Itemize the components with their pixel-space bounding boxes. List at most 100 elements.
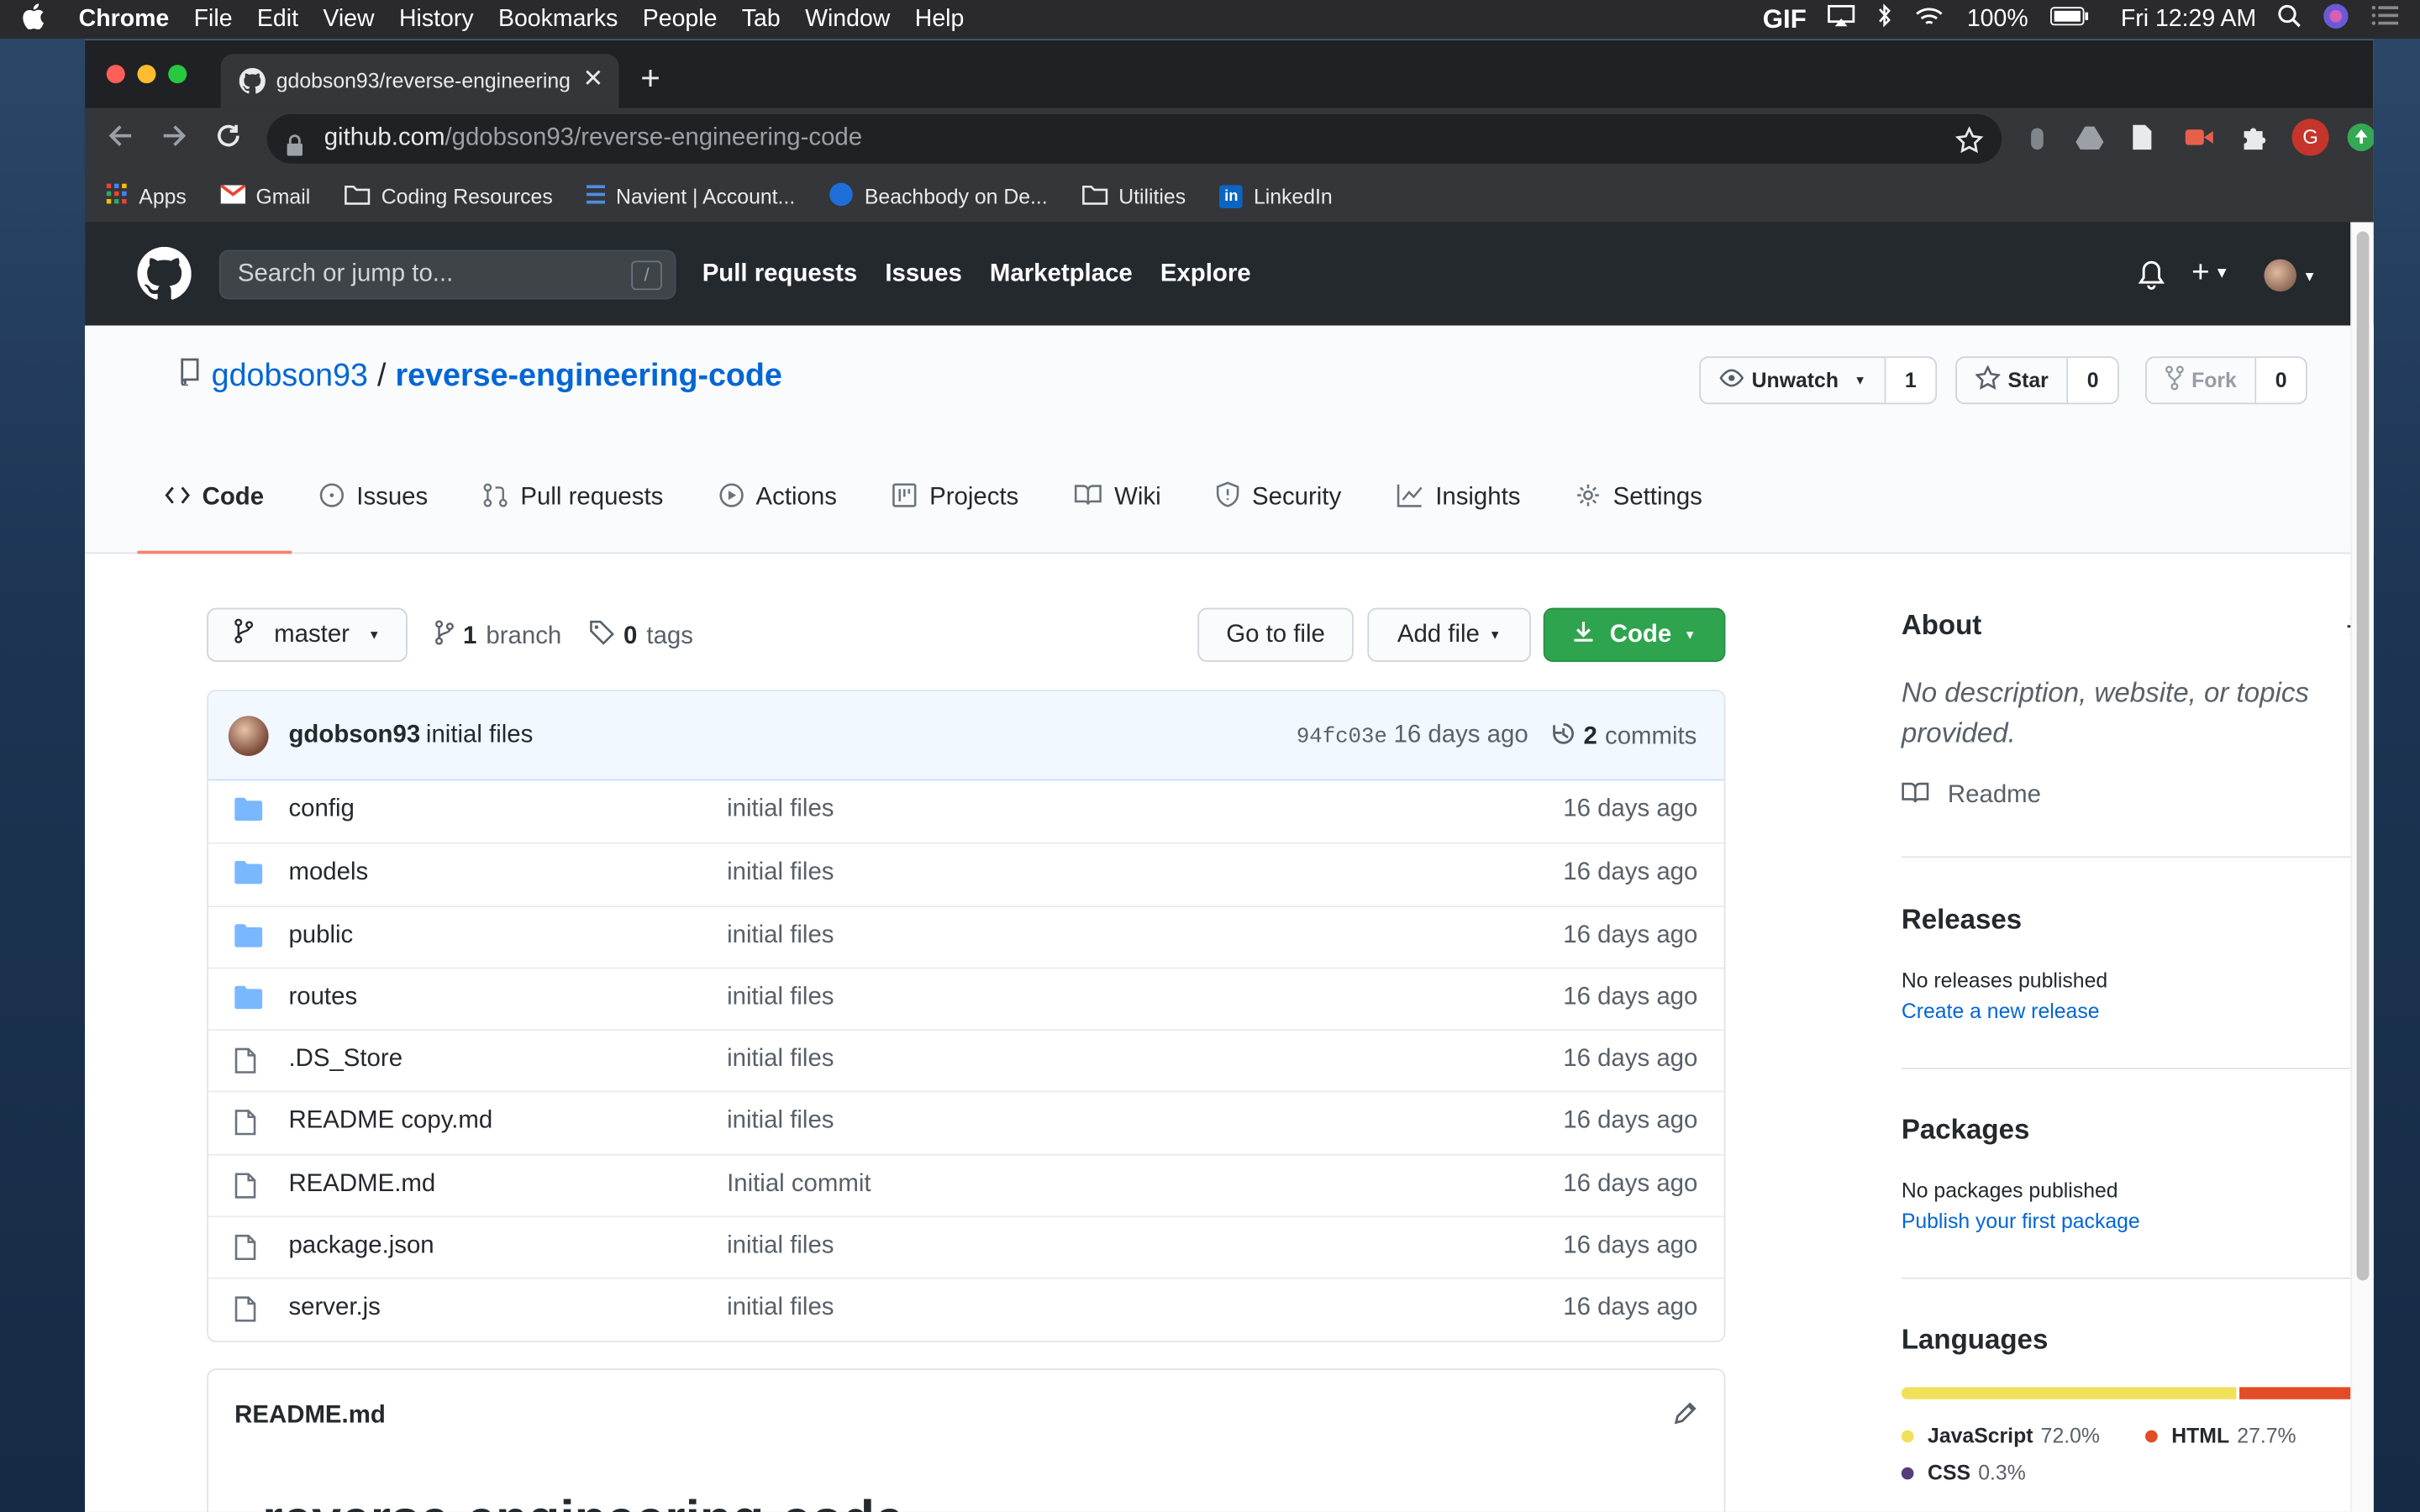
commits-history-link[interactable]: 2 commits — [1549, 721, 1697, 754]
branch-select-button[interactable]: master ▼ — [207, 607, 408, 662]
file-commit-message[interactable]: Initial commit — [727, 1171, 871, 1199]
bookmark-navient[interactable]: Navient | Account... — [587, 183, 795, 209]
file-row[interactable]: README copy.md initial files 16 days ago — [208, 1091, 1724, 1153]
unwatch-button[interactable]: Unwatch ▼ — [1701, 358, 1886, 403]
nav-explore[interactable]: Explore — [1160, 260, 1251, 287]
language-item[interactable]: JavaScript 72.0% — [1901, 1424, 2100, 1447]
file-name-link[interactable]: .DS_Store — [288, 1047, 402, 1074]
readme-filename[interactable]: README.md — [234, 1403, 386, 1431]
commit-sha[interactable]: 94fc03e — [1297, 725, 1387, 749]
packages-title[interactable]: Packages — [1902, 1114, 2030, 1147]
menu-help[interactable]: Help — [902, 5, 976, 33]
tab-actions[interactable]: Actions — [691, 443, 865, 554]
bookmark-linkedin[interactable]: in LinkedIn — [1219, 184, 1333, 208]
language-item[interactable]: CSS 0.3% — [1901, 1461, 2026, 1484]
menu-edit[interactable]: Edit — [245, 5, 310, 33]
new-tab-button[interactable]: + — [640, 59, 660, 99]
releases-title[interactable]: Releases — [1902, 904, 2022, 937]
add-file-button[interactable]: Add file ▼ — [1367, 607, 1532, 662]
tab-settings[interactable]: Settings — [1549, 443, 1730, 554]
extensions-puzzle-icon[interactable] — [2239, 123, 2267, 159]
file-name-link[interactable]: routes — [288, 984, 357, 1012]
file-commit-message[interactable]: initial files — [727, 922, 834, 950]
menu-app-name[interactable]: Chrome — [66, 5, 182, 33]
star-count[interactable]: 0 — [2068, 358, 2118, 403]
go-to-file-button[interactable]: Go to file — [1197, 607, 1354, 662]
file-name-link[interactable]: README copy.md — [288, 1109, 492, 1137]
github-search-input[interactable]: Search or jump to... / — [218, 249, 676, 300]
siri-icon[interactable] — [2323, 3, 2349, 36]
file-commit-message[interactable]: initial files — [727, 860, 834, 888]
wifi-icon[interactable] — [1914, 4, 1945, 35]
tab-pull-requests[interactable]: Pull requests — [455, 443, 691, 554]
docs-extension-icon[interactable] — [2131, 123, 2153, 159]
author-avatar[interactable] — [228, 716, 269, 756]
file-commit-message[interactable]: initial files — [727, 1047, 834, 1074]
tab-code[interactable]: Code — [137, 443, 292, 554]
tags-link[interactable]: 0 tags — [590, 620, 693, 653]
menubar-clock[interactable]: Fri 12:29 AM — [2121, 5, 2256, 33]
menu-bookmarks[interactable]: Bookmarks — [486, 5, 630, 33]
file-commit-message[interactable]: initial files — [727, 1109, 834, 1137]
file-row[interactable]: .DS_Store initial files 16 days ago — [208, 1029, 1724, 1091]
fork-count[interactable]: 0 — [2256, 358, 2306, 403]
file-row[interactable]: README.md Initial commit 16 days ago — [208, 1153, 1724, 1215]
publish-package-link[interactable]: Publish your first package — [1902, 1210, 2140, 1233]
back-button[interactable] — [107, 122, 134, 157]
star-button[interactable]: Star — [1957, 358, 2069, 403]
google-drive-extension-icon[interactable] — [2075, 125, 2104, 158]
nav-marketplace[interactable]: Marketplace — [990, 260, 1133, 287]
bookmark-gmail[interactable]: Gmail — [219, 183, 310, 207]
bookmark-utilities[interactable]: Utilities — [1081, 183, 1186, 209]
tab-wiki[interactable]: Wiki — [1046, 443, 1188, 554]
commit-message[interactable]: initial files — [426, 722, 533, 750]
battery-icon[interactable] — [2049, 5, 2090, 33]
file-name-link[interactable]: config — [288, 796, 354, 824]
tab-issues[interactable]: Issues — [292, 443, 455, 554]
create-new-dropdown[interactable]: + ▼ — [2191, 256, 2229, 291]
file-row[interactable]: routes initial files 16 days ago — [208, 967, 1724, 1029]
close-window-button[interactable] — [106, 65, 125, 84]
profile-avatar[interactable]: G — [2291, 118, 2329, 156]
file-name-link[interactable]: public — [288, 922, 353, 950]
menu-tab[interactable]: Tab — [729, 5, 792, 33]
repo-owner-link[interactable]: gdobson93 — [212, 358, 368, 395]
browser-tab-active[interactable]: gdobson93/reverse-engineering-code ✕ — [220, 54, 619, 108]
reload-button[interactable] — [214, 122, 242, 157]
tab-projects[interactable]: Projects — [865, 443, 1046, 554]
file-row[interactable]: server.js initial files 16 days ago — [208, 1278, 1724, 1340]
file-row[interactable]: config initial files 16 days ago — [208, 780, 1724, 843]
bookmark-coding-resources[interactable]: Coding Resources — [345, 183, 553, 209]
bookmark-beachbody[interactable]: Beachbody on De... — [829, 181, 1048, 211]
zoom-window-button[interactable] — [168, 65, 187, 84]
file-commit-message[interactable]: initial files — [727, 1233, 834, 1261]
menu-view[interactable]: View — [311, 5, 387, 33]
notifications-bell-icon[interactable] — [2138, 260, 2165, 298]
tab-insights[interactable]: Insights — [1369, 443, 1548, 554]
nav-issues[interactable]: Issues — [885, 260, 961, 287]
nav-pull-requests[interactable]: Pull requests — [702, 260, 858, 287]
file-commit-message[interactable]: initial files — [727, 984, 834, 1012]
apple-icon[interactable] — [22, 3, 45, 36]
close-tab-icon[interactable]: ✕ — [583, 63, 604, 94]
lock-icon[interactable] — [286, 127, 304, 176]
file-commit-message[interactable]: initial files — [727, 796, 834, 824]
menu-file[interactable]: File — [182, 5, 245, 33]
file-row[interactable]: models initial files 16 days ago — [208, 843, 1724, 905]
watch-count[interactable]: 1 — [1886, 358, 1935, 403]
edit-pencil-icon[interactable] — [1673, 1401, 1697, 1434]
code-clone-button[interactable]: Code ▼ — [1543, 607, 1726, 662]
github-logo-icon[interactable] — [137, 246, 192, 308]
repo-name-link[interactable]: reverse-engineering-code — [396, 358, 782, 395]
menu-window[interactable]: Window — [792, 5, 902, 33]
bookmark-apps[interactable]: Apps — [106, 182, 187, 209]
airplay-icon[interactable] — [1828, 4, 1856, 35]
minimize-window-button[interactable] — [137, 65, 156, 84]
menu-people[interactable]: People — [630, 5, 729, 33]
file-name-link[interactable]: README.md — [288, 1171, 435, 1199]
extension-1-icon[interactable] — [2027, 125, 2049, 160]
commit-author[interactable]: gdobson93 — [288, 722, 420, 750]
create-release-link[interactable]: Create a new release — [1902, 1000, 2100, 1023]
bookmark-star-icon[interactable] — [1954, 123, 1984, 173]
forward-button[interactable] — [160, 122, 188, 157]
